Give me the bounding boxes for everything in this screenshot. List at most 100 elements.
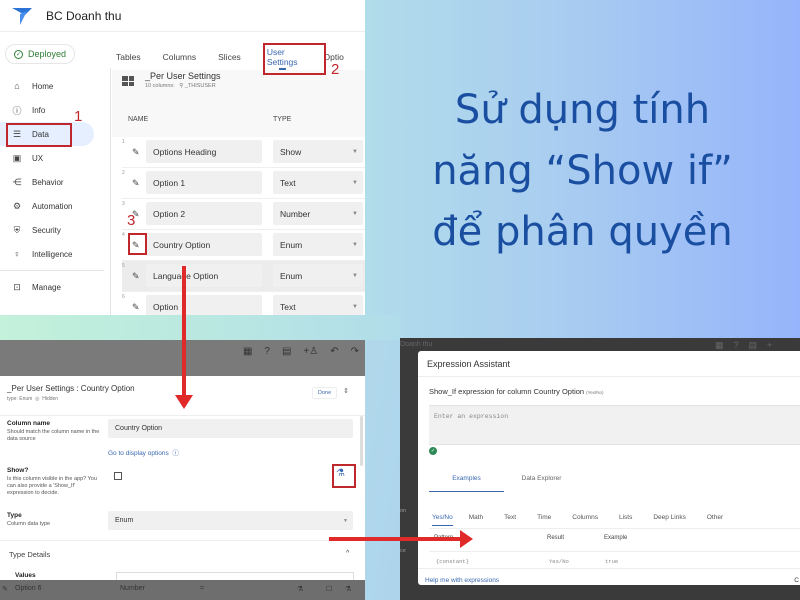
dropdown-arrow-icon: ▼ — [352, 210, 358, 217]
step-1-label: 1 — [74, 108, 83, 125]
toolbar-icons: ▦ ? ▤ +♙ ↶ ↷ — [243, 346, 359, 357]
arrow-down-head-icon — [175, 395, 193, 409]
dropdown-arrow-icon: ▼ — [343, 517, 348, 524]
sidebar-item-info[interactable]: ⓘ Info — [0, 98, 110, 122]
table-grid-icon — [122, 76, 134, 86]
step-3-label: 3 — [127, 212, 136, 229]
preview-icon[interactable]: ▦ — [243, 346, 252, 357]
column-name-field[interactable]: Options Heading — [146, 140, 262, 163]
ux-icon: ▣ — [12, 152, 22, 163]
type-value: Text — [280, 177, 296, 188]
check-circle-icon: ✓ — [14, 49, 23, 59]
column-name-label: Column name — [7, 420, 50, 427]
columns-count: 10 columns: — [145, 83, 175, 89]
headline-line-3: để phân quyền — [432, 209, 733, 255]
sidebar-item-manage[interactable]: ⊡ Manage — [0, 275, 110, 299]
column-name-field[interactable]: Country Option — [146, 233, 262, 256]
arrow-down-shaft — [182, 266, 186, 398]
redo-icon[interactable]: ↷ — [351, 346, 359, 357]
column-type-select[interactable]: Text ▼ — [273, 171, 363, 194]
add-user-icon[interactable]: +♙ — [303, 346, 318, 357]
tab-columns[interactable]: Columns — [163, 44, 197, 70]
sidebar-item-intelligence[interactable]: ♀ Intelligence — [0, 242, 110, 266]
type-select[interactable]: Enum ▼ — [108, 511, 353, 530]
dropdown-arrow-icon: ▼ — [352, 148, 358, 155]
subtitle-type: (Yes/No) — [586, 390, 604, 395]
category-math[interactable]: Math — [469, 514, 483, 526]
column-name-field[interactable]: Option 2 — [146, 202, 262, 225]
scrollbar[interactable] — [360, 416, 363, 466]
table-row: 4 ✎ Country Option Enum ▼ — [122, 230, 365, 261]
tab-tables[interactable]: Tables — [116, 44, 141, 70]
collapse-caret-icon[interactable]: ^ — [346, 550, 349, 557]
sidebar-item-ux[interactable]: ▣ UX — [0, 146, 110, 170]
type-details-heading[interactable]: Type Details — [9, 550, 50, 559]
type-value: Number — [280, 208, 311, 219]
tab-data-explorer[interactable]: Data Explorer — [504, 475, 579, 492]
table-row: 6 ✎ Option Text ▼ — [122, 292, 365, 315]
header-type: TYPE — [273, 116, 292, 123]
tab-label: Tables — [116, 52, 141, 62]
table-title: _Per User Settings — [145, 71, 221, 81]
arrow-right-head-icon — [460, 530, 473, 548]
edit-pencil-icon[interactable]: ✎ — [132, 271, 140, 282]
sidebar-item-home[interactable]: ⌂ Home — [0, 74, 110, 98]
tab-slices[interactable]: Slices — [218, 44, 241, 70]
category-time[interactable]: Time — [537, 514, 551, 526]
result-value: Yes/No — [549, 558, 569, 565]
column-type-select[interactable]: Enum ▼ — [273, 233, 363, 256]
category-other[interactable]: Other — [707, 514, 723, 526]
show-checkbox[interactable] — [114, 472, 122, 480]
category-deep-links[interactable]: Deep Links — [653, 514, 686, 526]
category-yes-no[interactable]: Yes/No — [432, 514, 453, 526]
close-button[interactable]: C — [794, 577, 799, 584]
help-icon[interactable]: ? — [264, 346, 270, 357]
expression-input[interactable]: Enter an expression — [429, 405, 800, 445]
column-type-select[interactable]: Show ▼ — [273, 140, 363, 163]
category-text[interactable]: Text — [504, 514, 516, 526]
background-gradient-mid — [0, 315, 400, 340]
done-button[interactable]: Done — [312, 387, 338, 399]
column-name-field[interactable]: Language Option — [146, 264, 262, 287]
column-name-input[interactable]: Country Option — [108, 419, 353, 438]
sidebar-item-label: Home — [32, 81, 54, 91]
column-type-select[interactable]: Text ▼ — [273, 295, 363, 315]
subtitle-text: Show_If expression for column Country Op… — [429, 387, 585, 396]
sidebar-item-behavior[interactable]: ⋲ Behavior — [0, 170, 110, 194]
docs-icon[interactable]: ▤ — [282, 346, 291, 357]
sidebar-item-label: Info — [32, 105, 46, 115]
column-type-select[interactable]: Number ▼ — [273, 202, 363, 225]
editor-subtitle: type: Enum ◎ Hidden — [7, 396, 58, 402]
column-type-select[interactable]: Enum ▼ — [273, 264, 363, 287]
deployed-status-badge[interactable]: ✓ Deployed — [5, 44, 76, 64]
table-row: 1 ✎ Options Heading Show ▼ — [122, 137, 365, 168]
column-name-field[interactable]: Option 1 — [146, 171, 262, 194]
intelligence-icon: ♀ — [13, 249, 21, 259]
section-divider — [0, 540, 365, 541]
background-text: ce — [400, 548, 406, 554]
edit-pencil-icon: ✎ — [2, 586, 8, 593]
help-expressions-link[interactable]: Help me with expressions — [425, 577, 499, 584]
edit-pencil-icon[interactable]: ✎ — [132, 302, 140, 313]
sidebar-item-label: Automation — [32, 201, 73, 211]
column-name-field[interactable]: Option — [146, 295, 262, 315]
row-number: 4 — [122, 232, 125, 238]
undo-icon[interactable]: ↶ — [330, 346, 338, 357]
edit-pencil-icon[interactable]: ✎ — [132, 178, 140, 189]
table-key: _THISUSER — [184, 83, 216, 89]
category-columns[interactable]: Columns — [572, 514, 598, 526]
table-row: 3 ✎ Option 2 Number ▼ — [122, 199, 365, 230]
expand-collapse-icon[interactable]: ⇕ — [343, 387, 349, 395]
edit-pencil-icon[interactable]: ✎ — [132, 147, 140, 158]
sidebar-item-automation[interactable]: ⚙ Automation — [0, 194, 110, 218]
expression-subtitle: Show_If expression for column Country Op… — [429, 387, 604, 396]
data-tabs: Tables Columns Slices User Settings Opti… — [116, 44, 365, 70]
display-options-link[interactable]: Go to display options ⓘ — [108, 447, 179, 457]
sidebar-item-label: Manage — [32, 282, 61, 292]
category-lists[interactable]: Lists — [619, 514, 632, 526]
dropdown-arrow-icon: ▼ — [352, 179, 358, 186]
sidebar-item-security[interactable]: ⛨ Security — [0, 218, 110, 242]
type-value: Text — [280, 301, 296, 312]
tab-examples[interactable]: Examples — [429, 475, 504, 492]
app-bar: BC Doanh thu — [0, 0, 365, 32]
